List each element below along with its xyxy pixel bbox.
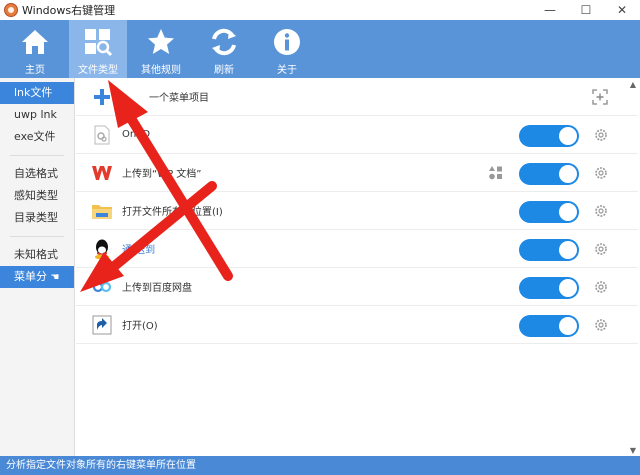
file-type-icon [82,26,114,58]
tab-home[interactable]: 主页 [6,20,64,78]
menu-item-label: 通 送到 [122,245,156,256]
gear-icon[interactable] [594,280,608,294]
app-window: Windows右键管理 — ☐ ✕ 主页 文件类型 其他规则 刷新 关于 lnk… [0,0,640,475]
enable-toggle[interactable] [519,277,579,299]
gear-icon[interactable] [594,166,608,180]
tab-home-label: 主页 [25,65,45,76]
status-bar: 分析指定文件对象所有的右键菜单所在位置 [0,456,640,475]
tab-about-label: 关于 [277,65,297,76]
enable-toggle[interactable] [519,201,579,223]
window-title: Windows右键管理 [22,4,116,17]
gear-icon[interactable] [594,318,608,332]
onedrive-icon [91,124,113,146]
window-controls: — ☐ ✕ [532,0,640,20]
plus-icon [91,86,113,108]
list-item: 打开文件所在的位置(I) [76,192,638,230]
enable-toggle[interactable] [519,125,579,147]
qq-icon [91,238,113,260]
tab-about[interactable]: 关于 [258,20,316,78]
tab-other-rules-label: 其他规则 [141,65,181,76]
tab-file-type[interactable]: 文件类型 [69,20,127,78]
sidebar: lnk文件 uwp lnk exe文件 自选格式 感知类型 目录类型 未知格式 … [0,78,75,456]
list-item: 打开(O) [76,306,638,344]
wps-icon [91,162,113,184]
add-menu-item-label: 一个菜单项目 [149,93,209,104]
sidebar-item-perceived-type[interactable]: 感知类型 [0,185,74,207]
gear-icon[interactable] [594,128,608,142]
app-logo-icon [4,3,18,17]
sidebar-item-unknown-format[interactable]: 未知格式 [0,244,74,266]
enable-toggle[interactable] [519,315,579,337]
list-item: OneD [76,116,638,154]
tab-refresh-label: 刷新 [214,65,234,76]
enable-toggle[interactable] [519,239,579,261]
shapes-icon [488,165,504,181]
sidebar-item-lnk[interactable]: lnk文件 [0,82,74,104]
title-bar: Windows右键管理 — ☐ ✕ [0,0,640,20]
home-icon [19,26,51,58]
menu-item-label: OneD [122,129,151,140]
add-menu-item-row[interactable]: 一个菜单项目 [76,78,638,116]
list-item: 上传到“WP 文档” [76,154,638,192]
hand-cursor-icon: ☚ [50,272,60,283]
menu-item-label: 打开(O) [122,321,158,332]
menu-item-label: 上传到百度网盘 [122,283,192,294]
baidu-netdisk-icon [91,276,113,298]
tab-other-rules[interactable]: 其他规则 [132,20,190,78]
minimize-button[interactable]: — [532,0,568,20]
close-button[interactable]: ✕ [604,0,640,20]
list-item: 通 送到 [76,230,638,268]
list-item: 上传到百度网盘 [76,268,638,306]
sidebar-item-menu-analysis-label: 菜单分 [14,270,47,283]
sidebar-divider [10,236,64,237]
sidebar-item-uwp-lnk[interactable]: uwp lnk [0,104,74,126]
maximize-button[interactable]: ☐ [568,0,604,20]
tab-refresh[interactable]: 刷新 [195,20,253,78]
enable-toggle[interactable] [519,163,579,185]
refresh-icon [208,26,240,58]
shortcut-icon [91,314,113,336]
add-item-icon[interactable] [592,89,608,105]
star-icon [145,26,177,58]
menu-item-label: 上传到“WP 文档” [122,169,202,180]
sidebar-item-menu-analysis[interactable]: 菜单分 ☚ [0,266,74,288]
sidebar-item-directory-type[interactable]: 目录类型 [0,207,74,229]
sidebar-divider [10,155,64,156]
sidebar-item-custom-format[interactable]: 自选格式 [0,163,74,185]
scroll-down-arrow-icon[interactable]: ▼ [628,446,638,456]
sidebar-item-exe[interactable]: exe文件 [0,126,74,148]
folder-icon [91,200,113,222]
gear-icon[interactable] [594,204,608,218]
scroll-up-arrow-icon[interactable]: ▲ [628,80,638,90]
main-toolbar: 主页 文件类型 其他规则 刷新 关于 [0,20,640,78]
menu-item-list: 一个菜单项目 OneD 上传到“WP 文档” 打开文件所在的位置(I) 通 送到… [76,78,640,456]
menu-item-label: 打开文件所在的位置(I) [122,207,223,218]
gear-icon[interactable] [594,242,608,256]
info-icon [271,26,303,58]
tab-file-type-label: 文件类型 [78,65,118,76]
